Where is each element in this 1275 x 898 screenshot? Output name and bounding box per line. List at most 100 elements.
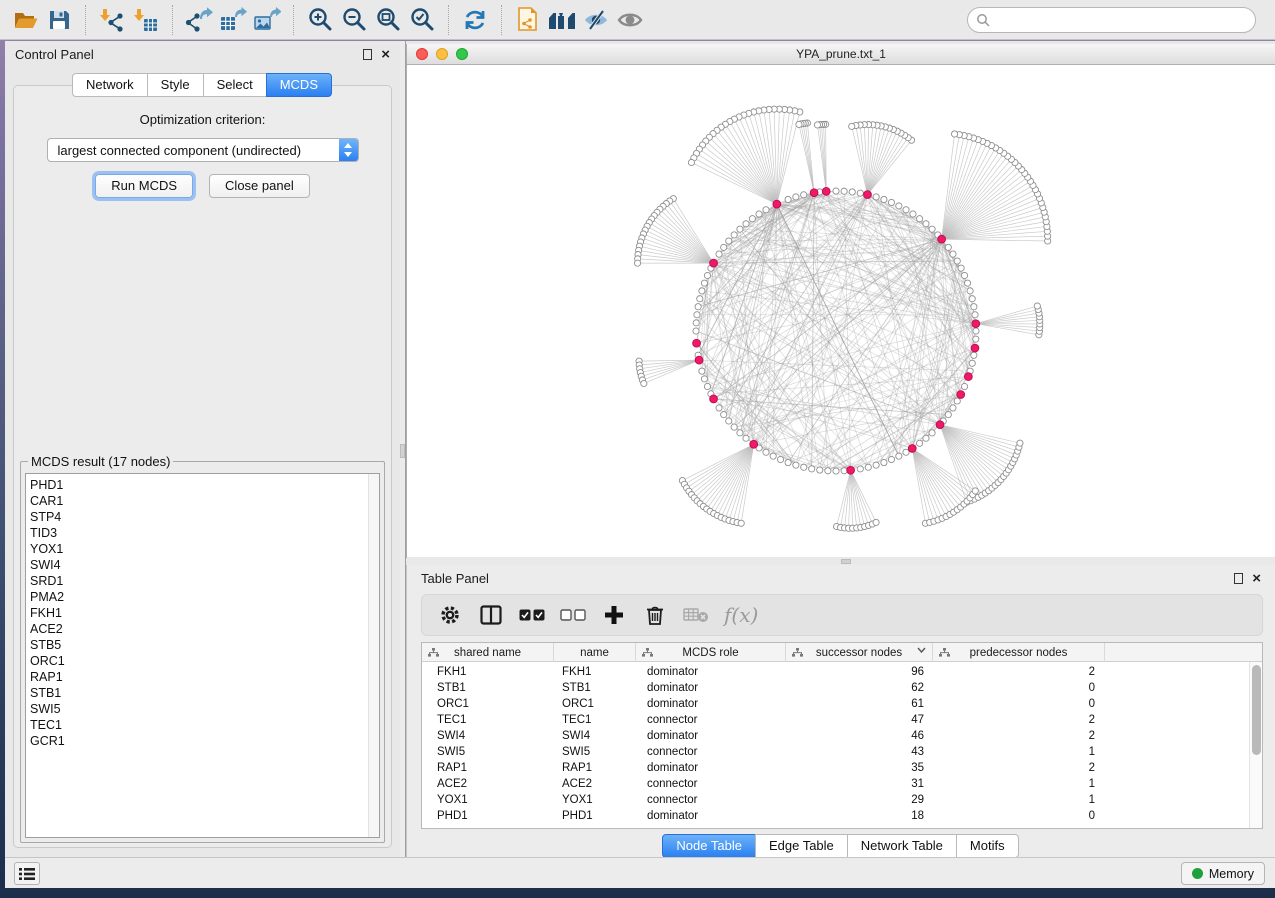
- zoom-fit-icon[interactable]: [371, 4, 405, 36]
- table-row[interactable]: PHD1PHD1dominator180: [422, 808, 1262, 824]
- mcds-result-item[interactable]: SWI4: [30, 557, 379, 573]
- table-row[interactable]: RAP1RAP1dominator352: [422, 760, 1262, 776]
- import-network-icon[interactable]: [95, 4, 129, 36]
- tab-style[interactable]: Style: [147, 73, 204, 97]
- table-row[interactable]: TEC1TEC1connector472: [422, 712, 1262, 728]
- tab-select[interactable]: Select: [203, 73, 267, 97]
- float-panel-icon[interactable]: [1234, 573, 1243, 584]
- apply-layout-icon[interactable]: [458, 4, 492, 36]
- table-cell: [1105, 744, 1262, 760]
- show-all-icon[interactable]: [613, 4, 647, 36]
- tab-node-table[interactable]: Node Table: [662, 834, 756, 858]
- table-cell: connector: [636, 744, 786, 760]
- table-cell: connector: [636, 792, 786, 808]
- tab-network[interactable]: Network: [72, 73, 148, 97]
- zoom-selected-icon[interactable]: [405, 4, 439, 36]
- mcds-result-item[interactable]: PHD1: [30, 477, 379, 493]
- table-cell: dominator: [636, 696, 786, 712]
- table-scrollbar[interactable]: [1249, 662, 1262, 828]
- column-header-shared-name[interactable]: shared name: [422, 643, 554, 662]
- table-cell: ORC1: [422, 696, 554, 712]
- first-neighbors-icon[interactable]: [545, 4, 579, 36]
- table-row[interactable]: YOX1YOX1connector291: [422, 792, 1262, 808]
- tab-edge-table[interactable]: Edge Table: [755, 834, 848, 858]
- close-panel-icon[interactable]: ×: [381, 49, 390, 60]
- gear-icon[interactable]: [437, 602, 463, 628]
- close-panel-button[interactable]: Close panel: [209, 174, 310, 198]
- mcds-result-item[interactable]: TID3: [30, 525, 379, 541]
- table-row[interactable]: FKH1FKH1dominator962: [422, 664, 1262, 680]
- mcds-result-item[interactable]: ACE2: [30, 621, 379, 637]
- column-header-name[interactable]: name: [554, 643, 636, 662]
- table-row[interactable]: ORC1ORC1dominator610: [422, 696, 1262, 712]
- mcds-result-item[interactable]: SWI5: [30, 701, 379, 717]
- sort-descending-icon: [917, 647, 926, 653]
- splitter-grip[interactable]: [400, 444, 405, 458]
- mcds-result-item[interactable]: YOX1: [30, 541, 379, 557]
- minimize-window-icon[interactable]: [436, 48, 448, 60]
- task-history-button[interactable]: [14, 862, 40, 885]
- column-header-predecessor-nodes[interactable]: predecessor nodes: [933, 643, 1105, 662]
- toolbar-separator: [501, 5, 502, 35]
- table-cell: connector: [636, 776, 786, 792]
- maximize-window-icon[interactable]: [456, 48, 468, 60]
- zoom-in-icon[interactable]: [303, 4, 337, 36]
- export-network-icon[interactable]: [182, 4, 216, 36]
- zoom-out-icon[interactable]: [337, 4, 371, 36]
- table-cell: connector: [636, 712, 786, 728]
- list-scrollbar[interactable]: [368, 474, 379, 837]
- add-icon[interactable]: [601, 602, 627, 628]
- run-mcds-button[interactable]: Run MCDS: [95, 174, 193, 198]
- close-window-icon[interactable]: [416, 48, 428, 60]
- network-canvas[interactable]: [407, 65, 1275, 557]
- select-all-icon[interactable]: [519, 602, 545, 628]
- export-table-icon[interactable]: [216, 4, 250, 36]
- tab-mcds[interactable]: MCDS: [266, 73, 332, 97]
- mcds-result-item[interactable]: TEC1: [30, 717, 379, 733]
- function-builder-icon[interactable]: f(x): [724, 603, 758, 627]
- table-cell: [1105, 792, 1262, 808]
- open-file-icon[interactable]: [8, 4, 42, 36]
- table-row[interactable]: STB1STB1dominator620: [422, 680, 1262, 696]
- save-session-icon[interactable]: [42, 4, 76, 36]
- delete-table-icon[interactable]: [683, 602, 709, 628]
- column-header-successor-nodes[interactable]: successor nodes: [786, 643, 933, 662]
- table-cell: [1105, 696, 1262, 712]
- mcds-result-item[interactable]: PMA2: [30, 589, 379, 605]
- mcds-result-item[interactable]: SRD1: [30, 573, 379, 589]
- mcds-result-item[interactable]: STP4: [30, 509, 379, 525]
- table-cell: SWI4: [554, 728, 636, 744]
- tab-motifs[interactable]: Motifs: [956, 834, 1019, 858]
- split-columns-icon[interactable]: [478, 602, 504, 628]
- memory-button[interactable]: Memory: [1181, 862, 1265, 885]
- splitter-grip[interactable]: [841, 559, 851, 564]
- table-header: shared name name MCDS role successor nod…: [422, 643, 1262, 662]
- mcds-result-item[interactable]: GCR1: [30, 733, 379, 749]
- hide-selected-icon[interactable]: [579, 4, 613, 36]
- float-panel-icon[interactable]: [363, 49, 372, 60]
- table-row[interactable]: ACE2ACE2connector311: [422, 776, 1262, 792]
- mcds-result-item[interactable]: FKH1: [30, 605, 379, 621]
- table-cell: dominator: [636, 664, 786, 680]
- delete-icon[interactable]: [642, 602, 668, 628]
- optimization-criterion-select[interactable]: largest connected component (undirected): [47, 138, 359, 162]
- mcds-result-item[interactable]: STB1: [30, 685, 379, 701]
- deselect-all-icon[interactable]: [560, 602, 586, 628]
- tab-network-table[interactable]: Network Table: [847, 834, 957, 858]
- network-view-titlebar: YPA_prune.txt_1: [407, 44, 1275, 65]
- close-panel-icon[interactable]: ×: [1252, 573, 1261, 584]
- search-input[interactable]: [991, 10, 1255, 30]
- mcds-result-item[interactable]: RAP1: [30, 669, 379, 685]
- import-table-icon[interactable]: [129, 4, 163, 36]
- table-row[interactable]: SWI5SWI5connector431: [422, 744, 1262, 760]
- mcds-result-item[interactable]: CAR1: [30, 493, 379, 509]
- export-image-icon[interactable]: [250, 4, 284, 36]
- table-row[interactable]: SWI4SWI4dominator462: [422, 728, 1262, 744]
- horizontal-splitter[interactable]: [406, 558, 1275, 565]
- column-header-mcds-role[interactable]: MCDS role: [636, 643, 786, 662]
- mcds-result-item[interactable]: ORC1: [30, 653, 379, 669]
- network-graph[interactable]: [407, 65, 1275, 557]
- scrollbar-thumb[interactable]: [1252, 665, 1261, 755]
- network-from-document-icon[interactable]: [511, 4, 545, 36]
- mcds-result-item[interactable]: STB5: [30, 637, 379, 653]
